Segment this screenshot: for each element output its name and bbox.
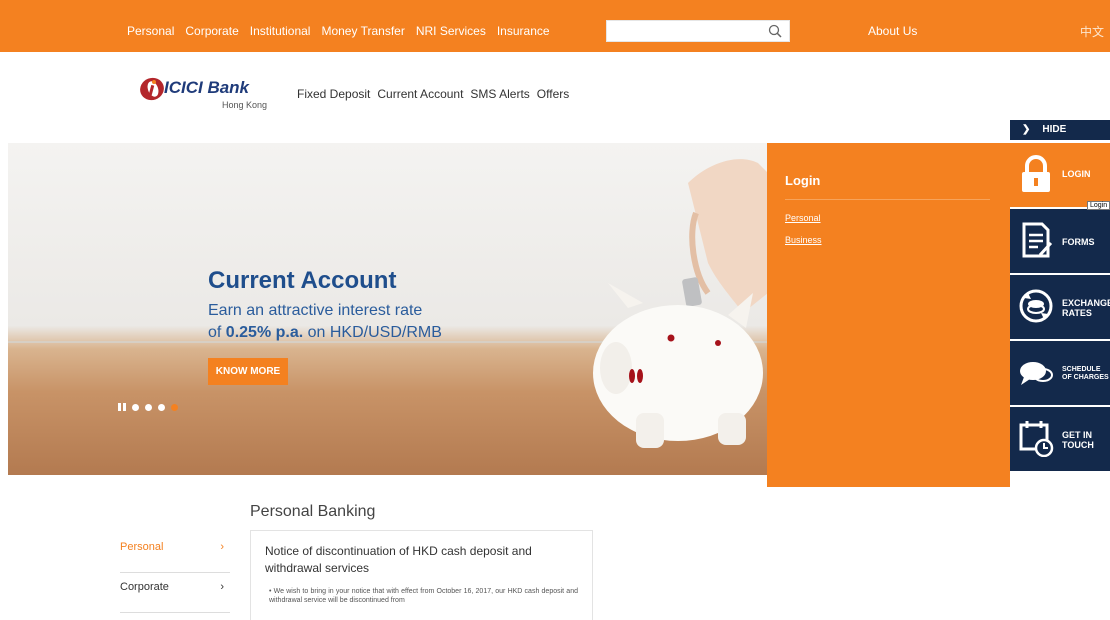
chevron-right-icon: ❯ <box>1022 124 1031 135</box>
notice-card: Notice of discontinuation of HKD cash de… <box>250 530 593 620</box>
left-menu-personal-label: Personal <box>120 541 164 553</box>
rail-schedule-line2: OF CHARGES <box>1062 374 1109 381</box>
hero-rate-prefix: of <box>208 324 226 341</box>
left-menu: Personal › Corporate › <box>120 533 230 613</box>
rail-login[interactable]: LOGIN <box>1010 143 1110 209</box>
hero-title: Current Account <box>208 267 397 294</box>
hero-rate-suffix: on HKD/USD/RMB <box>303 324 442 341</box>
brand-region: Hong Kong <box>222 100 268 110</box>
hide-rail-button[interactable]: ❯ HIDE <box>1010 120 1110 140</box>
top-nav: Personal Corporate Institutional Money T… <box>127 24 550 51</box>
rail-touch-line1: GET IN <box>1062 430 1093 440</box>
calendar-clock-icon <box>1019 421 1054 457</box>
subnav-sms-alerts[interactable]: SMS Alerts <box>470 87 529 101</box>
section-title: Personal Banking <box>250 503 376 520</box>
hero-subtitle-line1: Earn an attractive interest rate <box>208 302 423 319</box>
slider-dot[interactable] <box>132 403 139 411</box>
rail-exchange-rates[interactable]: EXCHANGE RATES <box>1010 275 1110 341</box>
subnav-current-account[interactable]: Current Account <box>377 87 463 101</box>
brand-name: ICICI Bank <box>164 78 250 97</box>
slider-pause-icon[interactable] <box>118 403 126 411</box>
slider-dot[interactable] <box>158 403 165 411</box>
notice-body: • We wish to bring in your notice that w… <box>269 588 578 604</box>
login-divider <box>785 199 990 200</box>
rail-touch-line2: TOUCH <box>1062 440 1094 450</box>
login-tooltip: Login <box>1087 201 1110 210</box>
subnav-fixed-deposit[interactable]: Fixed Deposit <box>297 87 370 101</box>
login-panel-title: Login <box>785 173 821 188</box>
document-icon <box>1022 222 1053 258</box>
hero-rate: 0.25% p.a. <box>225 324 304 341</box>
rail-login-label: LOGIN <box>1062 169 1091 179</box>
icici-logo-icon <box>140 77 164 101</box>
left-menu-personal[interactable]: Personal › <box>120 533 230 573</box>
search-box <box>606 20 790 42</box>
rail-get-in-touch-label: GET IN TOUCH <box>1062 430 1094 450</box>
top-nav-money-transfer[interactable]: Money Transfer <box>321 24 404 38</box>
rail-schedule-of-charges[interactable]: SCHEDULE OF CHARGES <box>1010 341 1110 407</box>
slider-dot-active[interactable] <box>171 403 178 411</box>
language-switch[interactable]: 中文 <box>1080 23 1104 40</box>
piggy-bank-image <box>593 159 768 448</box>
hero-banner: Current Account Earn an attractive inter… <box>8 143 768 475</box>
login-panel: Login Personal Business <box>767 143 1010 487</box>
slider-dots <box>118 403 178 411</box>
top-nav-corporate[interactable]: Corporate <box>185 24 238 38</box>
rail-get-in-touch[interactable]: GET IN TOUCH <box>1010 407 1110 473</box>
rail-exchange-label: EXCHANGE RATES <box>1062 298 1110 318</box>
rail-exchange-line1: EXCHANGE <box>1062 298 1110 308</box>
left-menu-corporate-label: Corporate <box>120 581 169 593</box>
login-personal-link[interactable]: Personal <box>785 213 821 223</box>
rail-schedule-line1: SCHEDULE <box>1062 366 1101 373</box>
subnav-offers[interactable]: Offers <box>537 87 569 101</box>
top-nav-personal[interactable]: Personal <box>127 24 174 51</box>
search-icon[interactable] <box>767 23 783 39</box>
rail-schedule-label: SCHEDULE OF CHARGES <box>1062 366 1109 382</box>
chat-bubbles-icon <box>1020 362 1053 385</box>
login-business-link[interactable]: Business <box>785 235 822 245</box>
bank-logo[interactable]: ICICI Bank Hong Kong <box>138 70 268 116</box>
left-menu-corporate[interactable]: Corporate › <box>120 573 230 613</box>
hero-subtitle-line2: of 0.25% p.a. on HKD/USD/RMB <box>208 324 442 342</box>
notice-title[interactable]: Notice of discontinuation of HKD cash de… <box>265 543 578 577</box>
top-nav-nri-services[interactable]: NRI Services <box>416 24 486 38</box>
secondary-nav: Fixed Deposit Current Account SMS Alerts… <box>297 87 569 101</box>
rail-forms-label: FORMS <box>1062 237 1095 247</box>
chevron-right-icon: › <box>220 581 224 593</box>
rail-exchange-line2: RATES <box>1062 308 1092 318</box>
top-nav-bar: Personal Corporate Institutional Money T… <box>0 0 1110 52</box>
top-nav-insurance[interactable]: Insurance <box>497 24 550 38</box>
search-input[interactable] <box>607 21 767 41</box>
know-more-button[interactable]: KNOW MORE <box>208 358 288 385</box>
rail-forms[interactable]: FORMS <box>1010 209 1110 275</box>
top-nav-institutional[interactable]: Institutional <box>250 24 311 38</box>
currency-exchange-icon <box>1019 289 1053 323</box>
slider-dot[interactable] <box>145 403 152 411</box>
chevron-right-icon: › <box>220 541 224 553</box>
lock-icon <box>1022 155 1050 192</box>
hide-label: HIDE <box>1042 124 1067 135</box>
quick-links-rail: LOGIN FORMS EXCHANGE RATES SCHEDULE OF CHA… <box>1010 143 1110 473</box>
about-us-link[interactable]: About Us <box>868 24 917 38</box>
